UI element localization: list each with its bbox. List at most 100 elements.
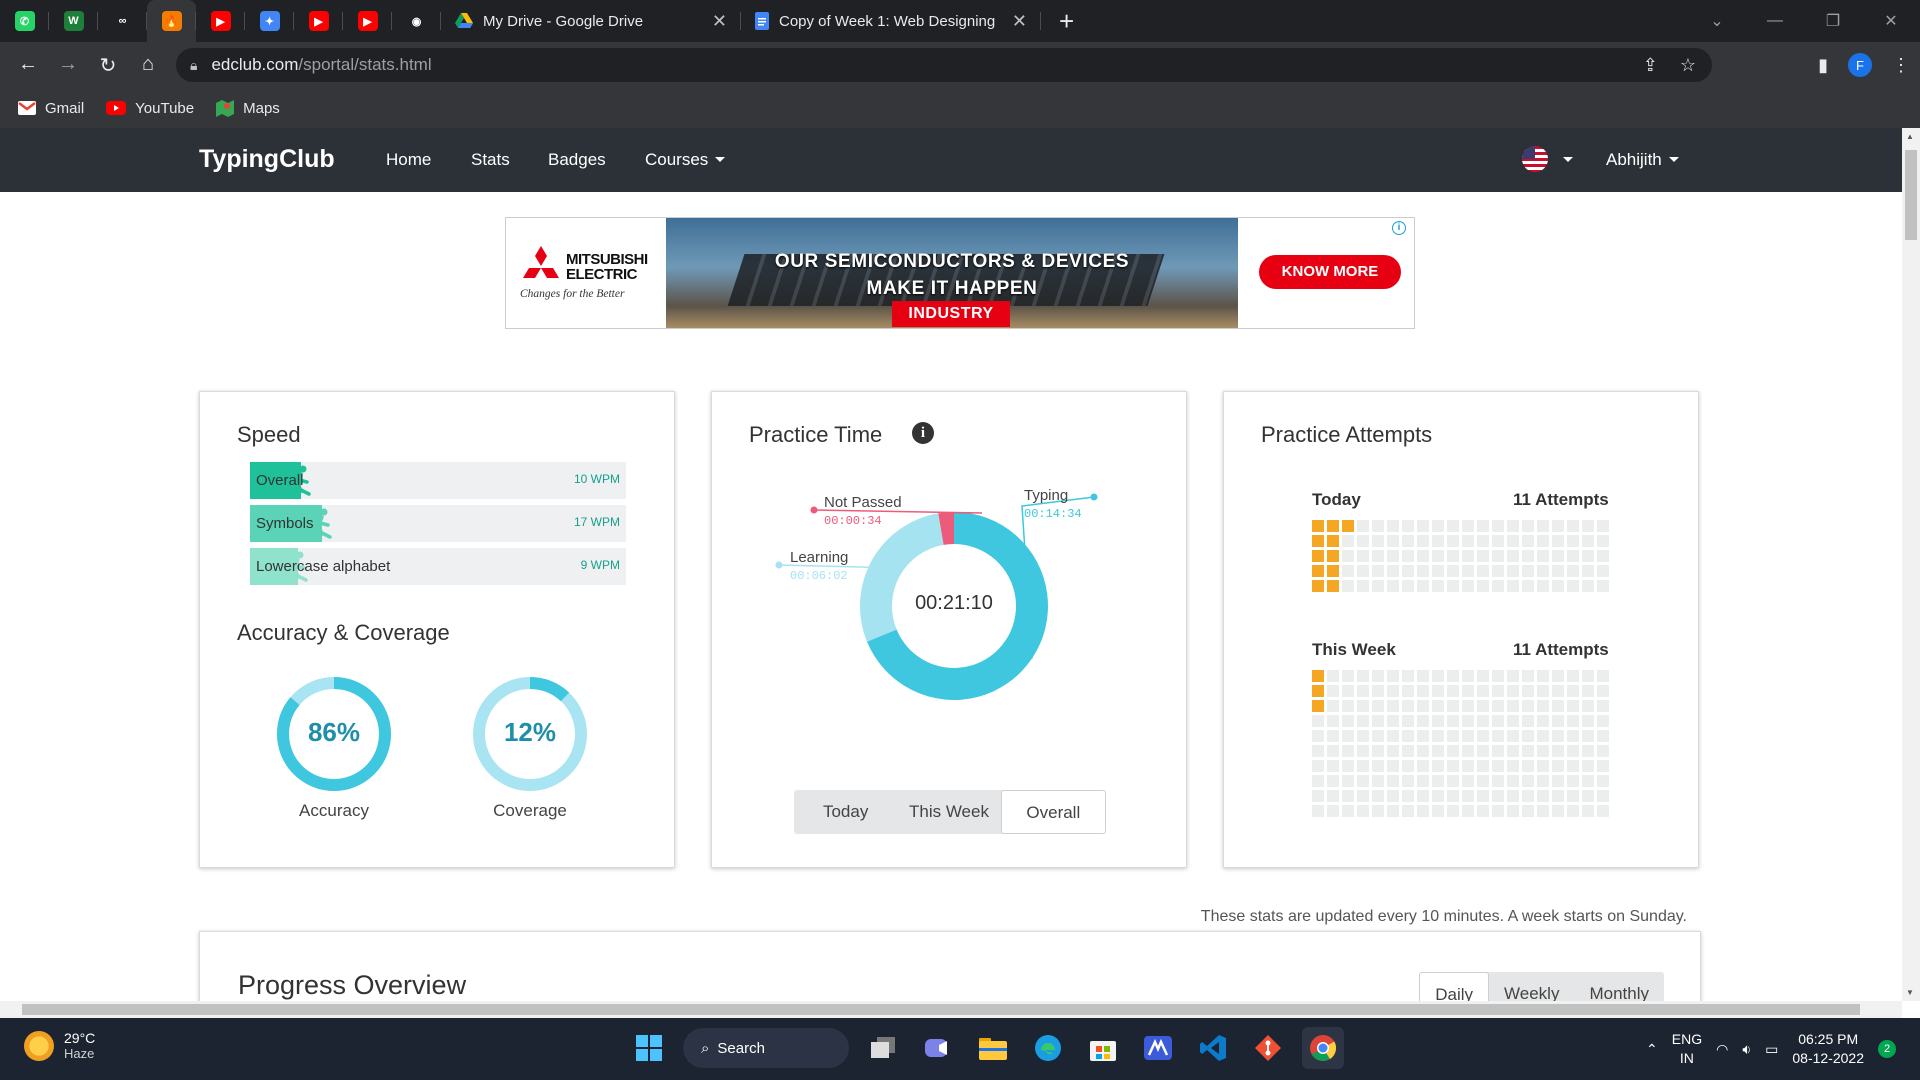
volume-icon[interactable]: 🔉︎	[1742, 1041, 1751, 1058]
pinned-tab[interactable]: ▶	[294, 0, 343, 42]
side-panel-icon[interactable]: ▮	[1818, 55, 1828, 76]
attempt-cell	[1357, 535, 1369, 547]
attempt-cell	[1327, 775, 1339, 787]
taskbar-search[interactable]: ⌕ Search	[683, 1028, 849, 1068]
bookmark-youtube[interactable]: YouTube	[106, 100, 194, 117]
window-controls: ⌄ — ❐ ✕	[1688, 0, 1920, 42]
range-overall-button[interactable]: Overall	[1000, 790, 1106, 834]
restore-button[interactable]: ❐	[1804, 11, 1862, 31]
bookmark-star-icon[interactable]: ☆	[1680, 55, 1696, 76]
attempt-cell	[1432, 730, 1444, 742]
task-view-icon[interactable]	[862, 1027, 904, 1069]
us-flag-icon[interactable]	[1522, 146, 1548, 172]
clock[interactable]: 06:25 PM 08-12-2022	[1792, 1030, 1864, 1068]
vscode-icon[interactable]	[1192, 1027, 1234, 1069]
home-icon[interactable]: ⌂	[128, 53, 168, 78]
notification-badge[interactable]: 2	[1878, 1040, 1896, 1058]
app-m-icon[interactable]	[1137, 1027, 1179, 1069]
attempt-cell	[1327, 670, 1339, 682]
share-icon[interactable]: ⇪	[1643, 55, 1658, 76]
user-menu[interactable]: Abhijith	[1606, 150, 1679, 170]
know-more-button[interactable]: KNOW MORE	[1259, 255, 1401, 289]
attempt-cell	[1417, 790, 1429, 802]
site-logo[interactable]: TypingClub	[199, 145, 335, 174]
attempt-cell	[1327, 535, 1339, 547]
attempt-cell	[1597, 520, 1609, 532]
minimize-button[interactable]: —	[1746, 12, 1804, 30]
horizontal-scroll-thumb[interactable]	[22, 1004, 1860, 1015]
range-monthly-button[interactable]: Monthly	[1574, 972, 1664, 1001]
weather-widget[interactable]: 29°C Haze	[24, 1030, 95, 1061]
bookmark-maps[interactable]: Maps	[216, 99, 280, 117]
wifi-icon[interactable]: ◠	[1716, 1041, 1728, 1058]
attempt-cell	[1537, 565, 1549, 577]
battery-icon[interactable]: ▭	[1765, 1041, 1778, 1058]
vertical-scrollbar[interactable]: ▲ ▼	[1902, 128, 1920, 1001]
profile-avatar[interactable]: F	[1848, 53, 1872, 77]
attempt-cell	[1342, 565, 1354, 577]
edge-browser-icon[interactable]	[1027, 1027, 1069, 1069]
address-bar[interactable]: 🔒︎ edclub.com/sportal/stats.html ⇪ ☆	[176, 48, 1712, 82]
git-icon[interactable]	[1247, 1027, 1289, 1069]
reload-icon[interactable]: ↻	[88, 53, 128, 78]
attempt-cell	[1477, 670, 1489, 682]
attempt-cell	[1312, 580, 1324, 592]
nav-courses[interactable]: Courses	[645, 150, 726, 170]
pinned-tab[interactable]: ✆	[0, 0, 49, 42]
tab-google-drive[interactable]: My Drive - Google Drive ✕	[441, 0, 741, 42]
attempt-cell	[1387, 700, 1399, 712]
nav-courses-label: Courses	[645, 150, 709, 169]
close-tab-icon[interactable]: ✕	[712, 11, 727, 32]
range-this-week-button[interactable]: This Week	[897, 790, 1000, 834]
nav-badges[interactable]: Badges	[548, 150, 606, 170]
attempt-cell	[1342, 730, 1354, 742]
advertisement-banner[interactable]: MITSUBISHI ELECTRIC Changes for the Bett…	[505, 217, 1415, 329]
attempt-cell	[1522, 700, 1534, 712]
teams-chat-icon[interactable]	[917, 1027, 959, 1069]
nav-home[interactable]: Home	[386, 150, 431, 170]
language-indicator[interactable]: ENG IN	[1672, 1030, 1702, 1068]
pinned-tab[interactable]: ◉	[392, 0, 441, 42]
start-button[interactable]	[628, 1027, 670, 1069]
nav-stats[interactable]: Stats	[471, 150, 510, 170]
pinned-tab[interactable]: ▶	[343, 0, 392, 42]
pinned-tab[interactable]: 🔥	[147, 0, 196, 42]
browser-toolbar: ← → ↻ ⌂ 🔒︎ edclub.com/sportal/stats.html…	[0, 42, 1920, 88]
pinned-tab[interactable]: ∞	[98, 0, 147, 42]
back-icon[interactable]: ←	[8, 53, 48, 78]
close-tab-icon[interactable]: ✕	[1012, 11, 1027, 32]
scroll-down-arrow-icon[interactable]: ▼	[1906, 988, 1914, 997]
chevron-down-icon[interactable]	[1563, 157, 1573, 162]
maps-icon	[216, 100, 235, 117]
attempt-cell	[1492, 805, 1504, 817]
chrome-icon[interactable]	[1302, 1027, 1344, 1069]
bookmark-gmail[interactable]: Gmail	[18, 100, 84, 117]
pinned-tab[interactable]: ✦	[245, 0, 294, 42]
search-icon: ⌕	[701, 1039, 710, 1057]
attempt-cell	[1567, 670, 1579, 682]
tab-search-icon[interactable]: ⌄	[1688, 11, 1746, 31]
range-today-button[interactable]: Today	[794, 790, 897, 834]
attempt-cell	[1477, 745, 1489, 757]
new-tab-button[interactable]: +	[1059, 6, 1074, 37]
attempt-cell	[1417, 670, 1429, 682]
show-hidden-icons-chevron-icon[interactable]: ⌃	[1646, 1041, 1658, 1058]
google-docs-icon	[755, 12, 769, 30]
microsoft-store-icon[interactable]	[1082, 1027, 1124, 1069]
range-daily-button[interactable]: Daily	[1419, 972, 1490, 1001]
ad-info-icon[interactable]: i	[1392, 221, 1406, 235]
horizontal-scrollbar[interactable]	[0, 1001, 1902, 1018]
menu-icon[interactable]: ⋮	[1892, 55, 1910, 76]
pinned-tab[interactable]: W	[49, 0, 98, 42]
attempt-cell	[1462, 790, 1474, 802]
file-explorer-icon[interactable]	[972, 1027, 1014, 1069]
pinned-tab[interactable]: ▶	[196, 0, 245, 42]
forward-icon[interactable]: →	[48, 53, 88, 78]
lock-icon[interactable]: 🔒︎	[190, 57, 197, 74]
attempt-cell	[1582, 700, 1594, 712]
close-window-button[interactable]: ✕	[1862, 11, 1920, 31]
tab-google-docs[interactable]: Copy of Week 1: Web Designing ✕	[741, 0, 1041, 42]
scroll-up-arrow-icon[interactable]: ▲	[1906, 132, 1914, 141]
range-weekly-button[interactable]: Weekly	[1489, 972, 1574, 1001]
vertical-scroll-thumb[interactable]	[1905, 150, 1917, 240]
